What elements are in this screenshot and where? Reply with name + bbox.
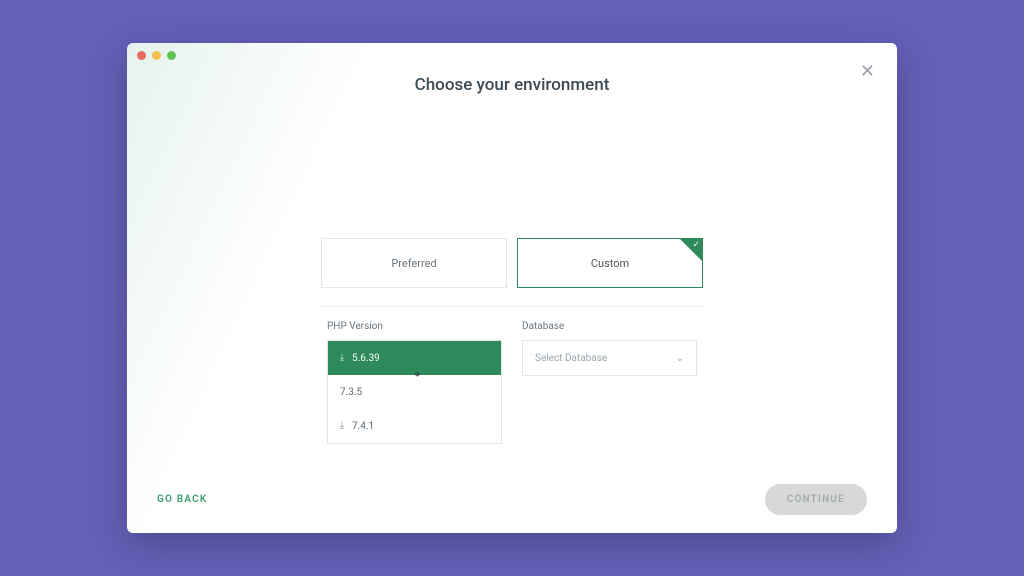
titlebar: [127, 43, 897, 67]
chevron-down-icon: ⌄: [676, 353, 684, 364]
database-column: Database Select Database ⌄: [522, 321, 697, 444]
php-version-column: PHP Version ⤓ 5.6.39 7.3.5 ⤓ 7.4.1: [327, 321, 502, 444]
download-icon: ⤓: [340, 353, 344, 363]
window-close-dot[interactable]: [137, 51, 146, 60]
php-version-label: PHP Version: [327, 321, 502, 332]
php-option-5-6-39[interactable]: ⤓ 5.6.39: [328, 341, 501, 375]
tab-preferred-label: Preferred: [391, 257, 436, 270]
content: Preferred Custom ✓ PHP Version ⤓ 5.6.39: [127, 238, 897, 444]
php-version-list: ⤓ 5.6.39 7.3.5 ⤓ 7.4.1 ⌖: [327, 340, 502, 444]
tab-custom[interactable]: Custom ✓: [517, 238, 703, 288]
go-back-button[interactable]: GO BACK: [157, 494, 207, 505]
environment-tabs: Preferred Custom ✓: [321, 238, 703, 288]
continue-button[interactable]: CONTINUE: [765, 484, 867, 515]
modal-window: ✕ Choose your environment Preferred Cust…: [127, 43, 897, 533]
tab-preferred[interactable]: Preferred: [321, 238, 507, 288]
check-icon: ✓: [692, 240, 700, 250]
footer: GO BACK CONTINUE: [127, 484, 897, 515]
php-option-7-3-5[interactable]: 7.3.5: [328, 375, 501, 409]
download-icon: ⤓: [340, 421, 344, 431]
php-option-7-4-1[interactable]: ⤓ 7.4.1: [328, 409, 501, 443]
page-title: Choose your environment: [127, 75, 897, 95]
database-placeholder: Select Database: [535, 353, 607, 364]
php-option-label: 7.3.5: [340, 387, 362, 398]
window-minimize-dot[interactable]: [152, 51, 161, 60]
divider: [321, 306, 703, 307]
php-option-label: 7.4.1: [352, 421, 374, 432]
tab-custom-label: Custom: [591, 257, 629, 270]
database-select[interactable]: Select Database ⌄: [522, 340, 697, 376]
window-maximize-dot[interactable]: [167, 51, 176, 60]
php-option-label: 5.6.39: [352, 353, 380, 364]
database-label: Database: [522, 321, 697, 332]
close-icon[interactable]: ✕: [860, 63, 875, 81]
